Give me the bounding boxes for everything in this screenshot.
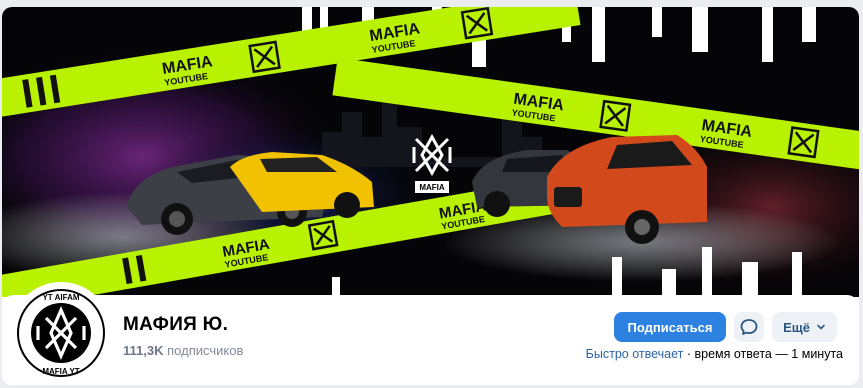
profile-info-panel [2, 295, 859, 385]
message-icon [740, 319, 758, 335]
chevron-down-icon [817, 324, 825, 330]
message-button[interactable] [734, 312, 764, 342]
community-name: МАФИЯ Ю. [123, 314, 229, 335]
subscribers-count[interactable]: 111,3K подписчиков [123, 343, 243, 358]
response-status: Быстро отвечает · время ответа — 1 минут… [586, 347, 843, 361]
cover-image[interactable]: MAFIA YOUTUBE MAFIA YOUTUBE MAFIA YOUTUB… [2, 7, 859, 297]
community-avatar[interactable]: YT AIFAM MAFIA YT [10, 282, 112, 384]
svg-text:MAFIA: MAFIA [419, 183, 445, 192]
status-separator: · [683, 347, 695, 361]
response-time: время ответа — 1 минута [694, 347, 844, 361]
subscribe-button[interactable]: Подписаться [614, 312, 726, 342]
subscribers-label: подписчиков [167, 343, 244, 358]
svg-text:MAFIA YT: MAFIA YT [42, 367, 79, 376]
svg-text:YT AIFAM: YT AIFAM [42, 293, 79, 302]
more-label: Ещё [783, 319, 810, 335]
fast-reply-label[interactable]: Быстро отвечает [586, 347, 684, 361]
mafia-logo-icon: YT AIFAM MAFIA YT [15, 287, 107, 379]
more-button[interactable]: Ещё [772, 312, 837, 342]
subscribers-number: 111,3K [123, 343, 164, 358]
